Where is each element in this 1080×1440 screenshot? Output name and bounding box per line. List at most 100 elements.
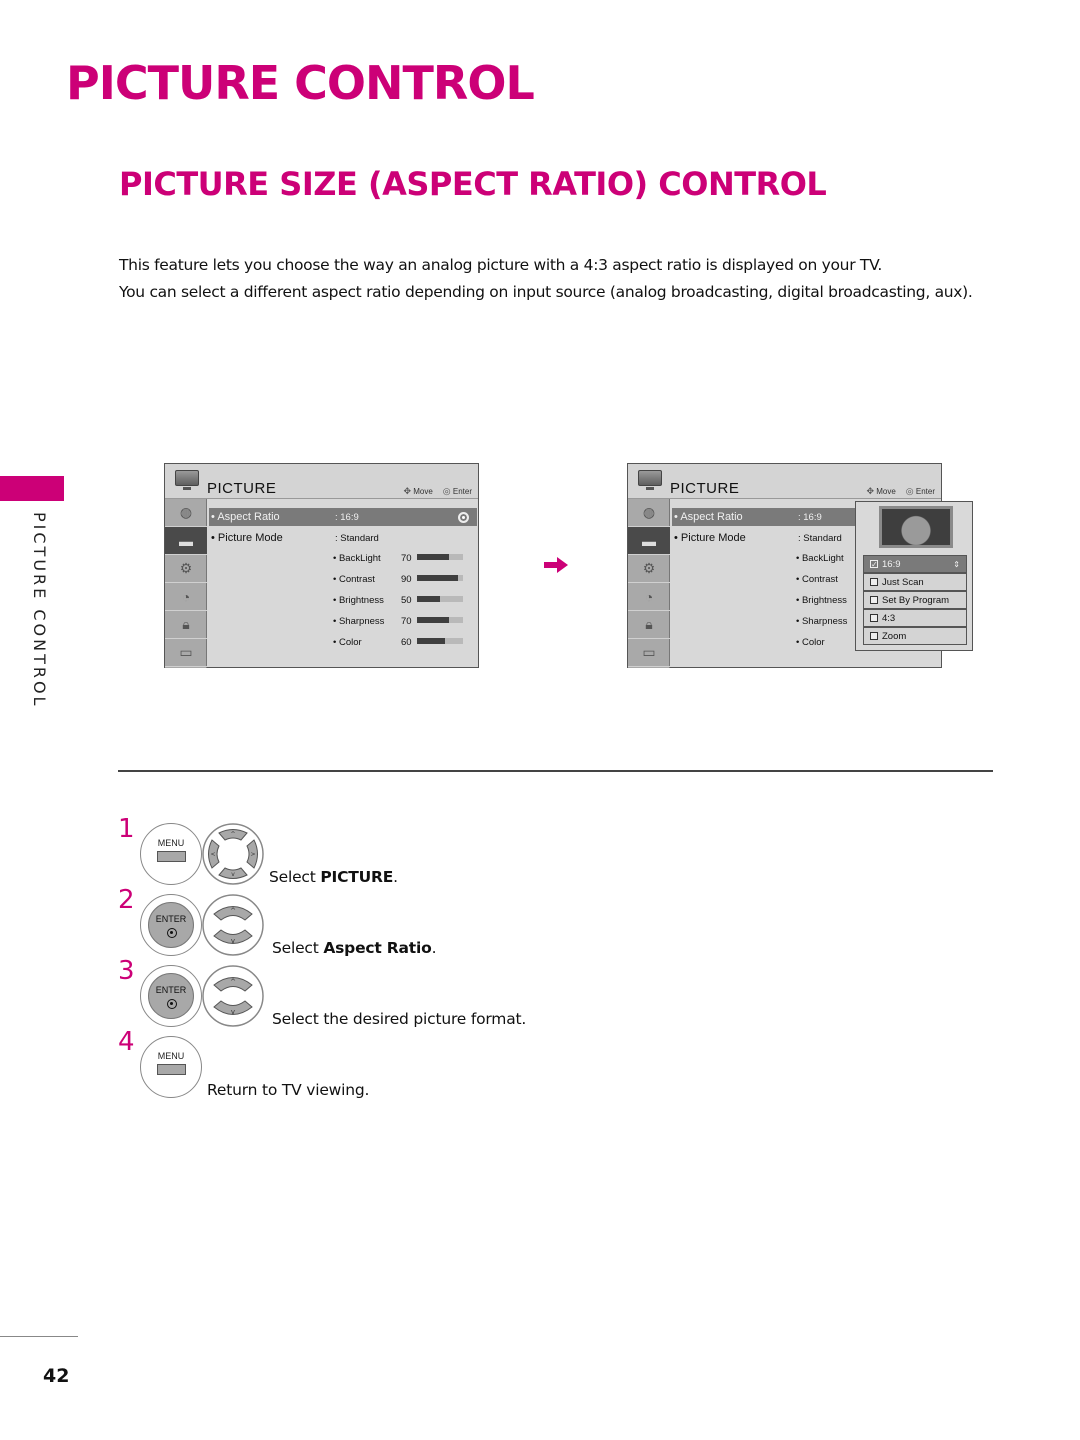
aspect-option-label: Set By Program: [882, 594, 950, 606]
setting-label[interactable]: • Sharpness: [796, 616, 847, 627]
nav-4way-button[interactable]: ^ v < >: [202, 823, 264, 885]
globe-icon[interactable]: ◍: [628, 499, 670, 527]
step-text-suffix: .: [431, 939, 437, 957]
aspect-option[interactable]: Just Scan: [863, 573, 967, 591]
setting-slider[interactable]: [417, 638, 463, 644]
aspect-ratio-label: Aspect Ratio: [217, 511, 280, 523]
page-title: PICTURE CONTROL: [66, 56, 535, 110]
setting-label-text: Contrast: [338, 574, 375, 585]
svg-text:v: v: [231, 871, 235, 878]
section-title: PICTURE SIZE (ASPECT RATIO) CONTROL: [119, 165, 827, 203]
setting-label[interactable]: • BackLight: [333, 553, 381, 564]
tv-icon: [175, 470, 199, 490]
enter-button[interactable]: ENTER: [140, 894, 202, 956]
nav-updown-button[interactable]: ^ v: [202, 965, 264, 1027]
setting-slider[interactable]: [417, 617, 463, 623]
aspect-option[interactable]: Set By Program: [863, 591, 967, 609]
radio-selected-icon: [458, 512, 469, 523]
setting-label-text: Color: [338, 637, 362, 648]
step-number: 3: [118, 956, 135, 986]
gear-icon[interactable]: ⚙: [628, 555, 670, 583]
gear-icon[interactable]: ⚙: [165, 555, 207, 583]
clock-icon[interactable]: ◔: [165, 583, 207, 611]
intro-paragraph: This feature lets you choose the way an …: [119, 256, 883, 274]
tv-icon[interactable]: ▬: [628, 527, 670, 555]
svg-text:<: <: [210, 851, 215, 858]
aspect-ratio-value: : 16:9: [798, 512, 822, 523]
enter-dot-icon: [167, 928, 177, 938]
setting-label[interactable]: • Brightness: [796, 595, 847, 606]
setting-label-text: BackLight: [338, 553, 381, 564]
step-text: Return to TV viewing.: [207, 1081, 370, 1099]
aspect-option[interactable]: 4:3: [863, 609, 967, 627]
globe-icon[interactable]: ◍: [165, 499, 207, 527]
setting-label[interactable]: • Color: [796, 637, 825, 648]
step-number: 4: [118, 1027, 135, 1057]
setting-value: 70: [401, 553, 412, 564]
checkbox-icon: [870, 578, 878, 586]
step-text: Select: [269, 868, 321, 886]
slider-fill: [417, 638, 445, 644]
checkbox-icon: [870, 614, 878, 622]
setting-slider[interactable]: [417, 596, 463, 602]
menu-item-picture-mode[interactable]: • Picture Mode: [211, 532, 283, 544]
setting-label-text: Sharpness: [338, 616, 385, 627]
osd-header: PICTURE ✥ Move ◎ Enter: [165, 464, 478, 499]
osd-header: PICTURE ✥ Move ◎ Enter: [628, 464, 941, 499]
aspect-option[interactable]: ✓ 16:9 ⇕: [863, 555, 967, 573]
hint-move: Move: [876, 487, 896, 496]
step-instruction: Select PICTURE.: [269, 868, 398, 886]
hint-enter: Enter: [915, 487, 935, 496]
aspect-option-label: Zoom: [882, 630, 907, 642]
step-text: Select the desired picture format.: [272, 1010, 527, 1028]
input-icon[interactable]: ▭: [165, 639, 207, 667]
enter-button-face: ENTER: [148, 902, 194, 948]
setting-slider[interactable]: [417, 575, 463, 581]
aspect-option-label: 4:3: [882, 612, 896, 624]
svg-text:^: ^: [230, 831, 235, 838]
footer-rule: [0, 1336, 78, 1337]
menu-item-picture-mode[interactable]: • Picture Mode: [674, 532, 746, 544]
setting-label[interactable]: • Contrast: [333, 574, 375, 585]
osd-hint: ✥ Move ◎ Enter: [866, 486, 935, 497]
arrow-right-icon: [544, 557, 568, 573]
svg-text:^: ^: [230, 907, 236, 915]
setting-slider[interactable]: [417, 554, 463, 560]
svg-text:v: v: [231, 937, 235, 945]
step-text-bold: PICTURE: [320, 868, 394, 886]
chapter-side-label: PICTURE CONTROL: [30, 512, 49, 709]
setting-value: 60: [401, 637, 412, 648]
step-text-suffix: .: [393, 868, 398, 886]
setting-value: 70: [401, 616, 412, 627]
aspect-ratio-value: : 16:9: [335, 512, 359, 523]
move-icon: ✥: [403, 486, 411, 496]
menu-button-label: MENU: [157, 838, 185, 848]
tv-icon[interactable]: ▬: [165, 527, 207, 555]
menu-button[interactable]: MENU: [140, 1036, 202, 1098]
clock-icon[interactable]: ◔: [628, 583, 670, 611]
step-instruction: Select Aspect Ratio.: [272, 939, 436, 957]
input-icon[interactable]: ▭: [628, 639, 670, 667]
aspect-option[interactable]: Zoom: [863, 627, 967, 645]
nav-updown-button[interactable]: ^ v: [202, 894, 264, 956]
enter-icon: ◎: [442, 486, 451, 496]
lock-icon[interactable]: 🔒︎: [628, 611, 670, 639]
menu-item-aspect-ratio[interactable]: • Aspect Ratio: [211, 511, 280, 523]
slider-fill: [417, 575, 459, 581]
setting-label[interactable]: • Sharpness: [333, 616, 384, 627]
enter-dot-icon: [167, 999, 177, 1009]
svg-text:>: >: [250, 851, 255, 858]
step-number: 2: [118, 885, 135, 915]
lock-icon[interactable]: 🔒︎: [165, 611, 207, 639]
enter-icon: ◎: [905, 486, 914, 496]
setting-label[interactable]: • BackLight: [796, 553, 844, 564]
setting-label[interactable]: • Contrast: [796, 574, 838, 585]
setting-label[interactable]: • Color: [333, 637, 362, 648]
setting-label-text: Sharpness: [801, 616, 848, 627]
enter-button[interactable]: ENTER: [140, 965, 202, 1027]
menu-item-aspect-ratio[interactable]: • Aspect Ratio: [674, 511, 743, 523]
setting-label[interactable]: • Brightness: [333, 595, 384, 606]
page-number: 42: [43, 1365, 70, 1387]
intro-text: This feature lets you choose the way an …: [119, 254, 999, 308]
menu-button[interactable]: MENU: [140, 823, 202, 885]
